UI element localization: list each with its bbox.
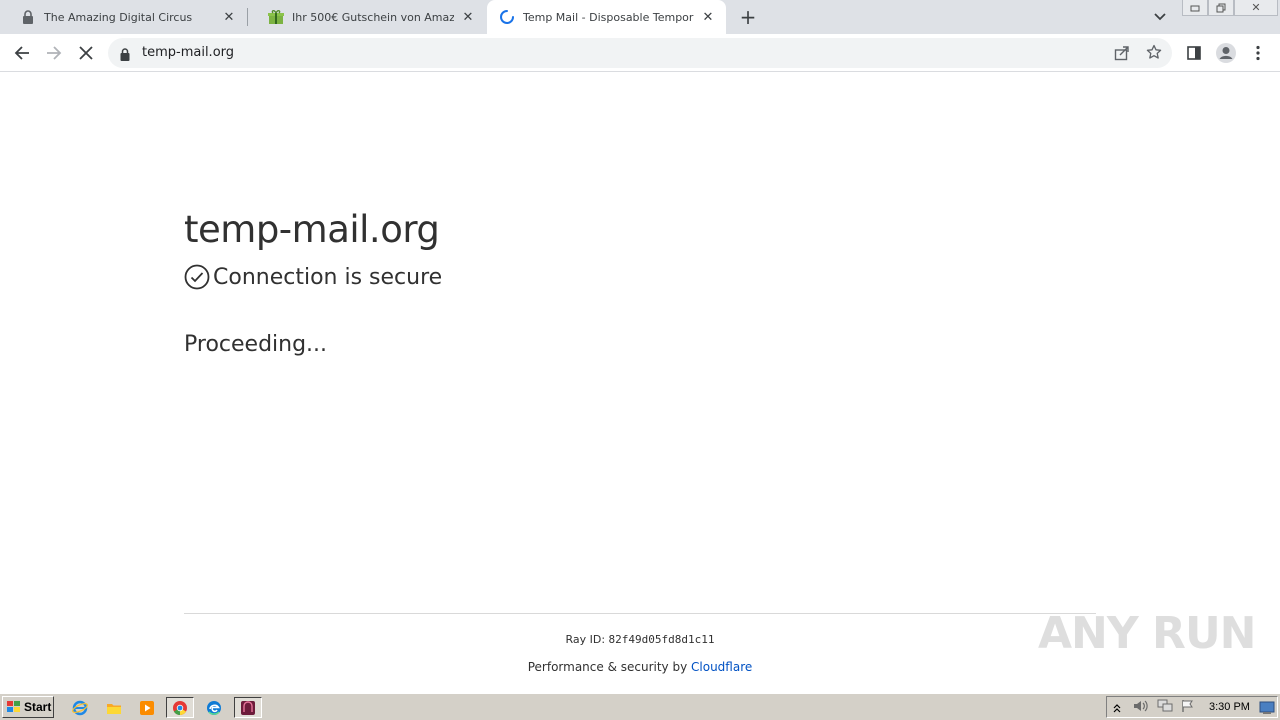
checkmark-circle-icon: [184, 264, 210, 290]
volume-icon[interactable]: [1133, 698, 1149, 717]
network-icon[interactable]: [1157, 698, 1173, 717]
page-title: temp-mail.org: [184, 208, 440, 251]
gift-icon: [268, 9, 284, 25]
address-bar[interactable]: temp-mail.org: [108, 38, 1172, 68]
show-desktop-icon[interactable]: [1259, 700, 1275, 719]
minimize-button[interactable]: [1182, 0, 1208, 16]
chevron-down-icon: [1154, 13, 1166, 21]
folder-icon: [107, 703, 121, 714]
kebab-menu-icon: [1256, 45, 1260, 61]
edge-icon: [207, 700, 221, 715]
tab-title: The Amazing Digital Circus: [44, 10, 193, 24]
arrow-right-icon: [47, 46, 62, 60]
avatar-icon: [1216, 43, 1236, 63]
taskbar-chrome[interactable]: [166, 697, 194, 718]
proceeding-text: Proceeding...: [184, 332, 328, 357]
loading-spinner-icon: [499, 9, 515, 25]
window-controls: ✕: [1182, 0, 1278, 18]
arrow-left-icon: [14, 46, 29, 60]
share-icon[interactable]: [1114, 45, 1130, 65]
star-icon[interactable]: [1146, 44, 1162, 64]
taskbar-file-explorer[interactable]: [100, 697, 128, 718]
watermark-text: ANY RUN: [1038, 608, 1256, 659]
back-button[interactable]: [10, 41, 34, 65]
internet-explorer-icon: [72, 700, 88, 715]
restore-icon: [1216, 3, 1226, 12]
restore-button[interactable]: [1208, 0, 1234, 16]
cloudflare-link[interactable]: Cloudflare: [691, 660, 752, 674]
footer-divider: [184, 613, 1096, 614]
page-content: temp-mail.org Connection is secure Proce…: [0, 72, 1280, 692]
menu-button[interactable]: [1246, 41, 1270, 65]
ray-id-value: 82f49d05fd8d1c11: [608, 633, 715, 646]
taskbar-media-player[interactable]: [133, 697, 161, 718]
ray-id-label: Ray ID:: [565, 633, 609, 646]
taskbar-edge[interactable]: [200, 697, 228, 718]
forward-button[interactable]: [42, 41, 66, 65]
flag-icon[interactable]: [1181, 698, 1195, 717]
tab-temp-mail[interactable]: Temp Mail - Disposable Temporary Em ✕: [487, 0, 726, 34]
browser-toolbar: temp-mail.org: [0, 34, 1280, 72]
close-icon[interactable]: ✕: [700, 9, 716, 25]
performance-label: Performance & security by: [527, 660, 692, 674]
minimize-icon: [1190, 5, 1200, 11]
side-panel-icon: [1187, 46, 1201, 60]
taskbar-app[interactable]: [234, 697, 262, 718]
system-tray: [1106, 696, 1278, 718]
start-button[interactable]: Start: [2, 696, 54, 718]
tab-title: Ihr 500€ Gutschein von Amazon: [292, 10, 454, 24]
app-icon: [241, 700, 255, 715]
new-tab-button[interactable]: +: [736, 5, 760, 29]
media-player-icon: [140, 700, 154, 715]
performance-line: Performance & security by Cloudflare: [0, 660, 1280, 674]
chrome-icon: [173, 700, 187, 715]
windows-logo-icon: [7, 701, 20, 712]
tab-search-button[interactable]: [1150, 8, 1170, 26]
window-close-button[interactable]: ✕: [1234, 0, 1278, 16]
anyrun-watermark: ANY RUN: [1038, 608, 1256, 659]
secure-text: Connection is secure: [213, 264, 443, 290]
close-icon[interactable]: ✕: [460, 9, 476, 25]
lock-icon: [20, 9, 36, 25]
close-icon: ✕: [1251, 1, 1261, 14]
address-text[interactable]: temp-mail.org: [142, 45, 234, 60]
close-icon[interactable]: ✕: [221, 9, 237, 25]
chevron-up-icon[interactable]: [1113, 698, 1121, 717]
tab-strip: The Amazing Digital Circus ✕ Ihr 500€ Gu…: [0, 0, 1280, 34]
connection-status: Connection is secure: [184, 264, 442, 290]
tab-amazing-digital-circus[interactable]: The Amazing Digital Circus ✕: [0, 0, 247, 34]
side-panel-button[interactable]: [1182, 41, 1206, 65]
profile-button[interactable]: [1214, 41, 1238, 65]
lock-icon[interactable]: [120, 46, 130, 65]
tab-title: Temp Mail - Disposable Temporary Em: [523, 10, 694, 24]
taskbar: Start 3:30 PM: [0, 693, 1280, 720]
close-icon: [79, 46, 93, 60]
clock[interactable]: 3:30 PM: [1209, 701, 1250, 713]
taskbar-internet-explorer[interactable]: [66, 697, 94, 718]
tab-amazon-voucher[interactable]: Ihr 500€ Gutschein von Amazon ✕: [248, 0, 486, 34]
start-label: Start: [24, 700, 52, 714]
stop-loading-button[interactable]: [74, 41, 98, 65]
